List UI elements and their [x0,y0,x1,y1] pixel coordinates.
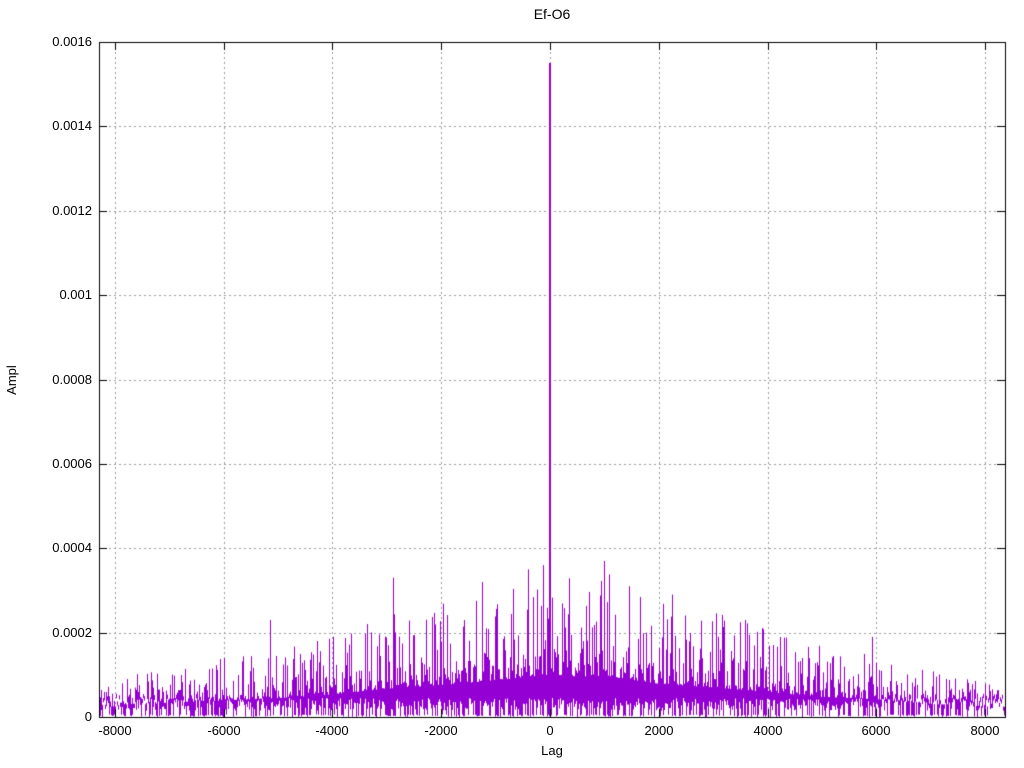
y-tick-label: 0.0008 [52,372,92,387]
correlation-chart-canvas [0,0,1024,768]
x-tick-label: -8000 [98,723,132,738]
y-tick-label: 0.001 [59,287,92,302]
x-tick-label: -2000 [424,723,458,738]
x-tick-label: -4000 [315,723,349,738]
y-tick-label: 0.0014 [52,118,92,133]
y-tick-label: 0.0002 [52,625,92,640]
x-axis-label: Lag [541,743,563,758]
x-tick-label: 0 [546,723,554,738]
x-tick-label: 6000 [861,723,891,738]
chart-title: Ef-O6 [533,6,571,22]
y-tick-label: 0.0004 [52,540,92,555]
y-tick-label: 0.0012 [52,203,92,218]
y-tick-label: 0.0006 [52,456,92,471]
x-tick-label: -6000 [207,723,241,738]
y-tick-label: 0 [84,709,92,724]
x-tick-label: 8000 [970,723,1000,738]
y-tick-label: 0.0016 [52,34,92,49]
x-tick-label: 4000 [753,723,783,738]
gnuplot-chart-window: Ef-O6 Ampl Lag -8000 -6000 -4000 -2000 0 2000… [0,0,1024,768]
x-tick-label: 2000 [644,723,674,738]
